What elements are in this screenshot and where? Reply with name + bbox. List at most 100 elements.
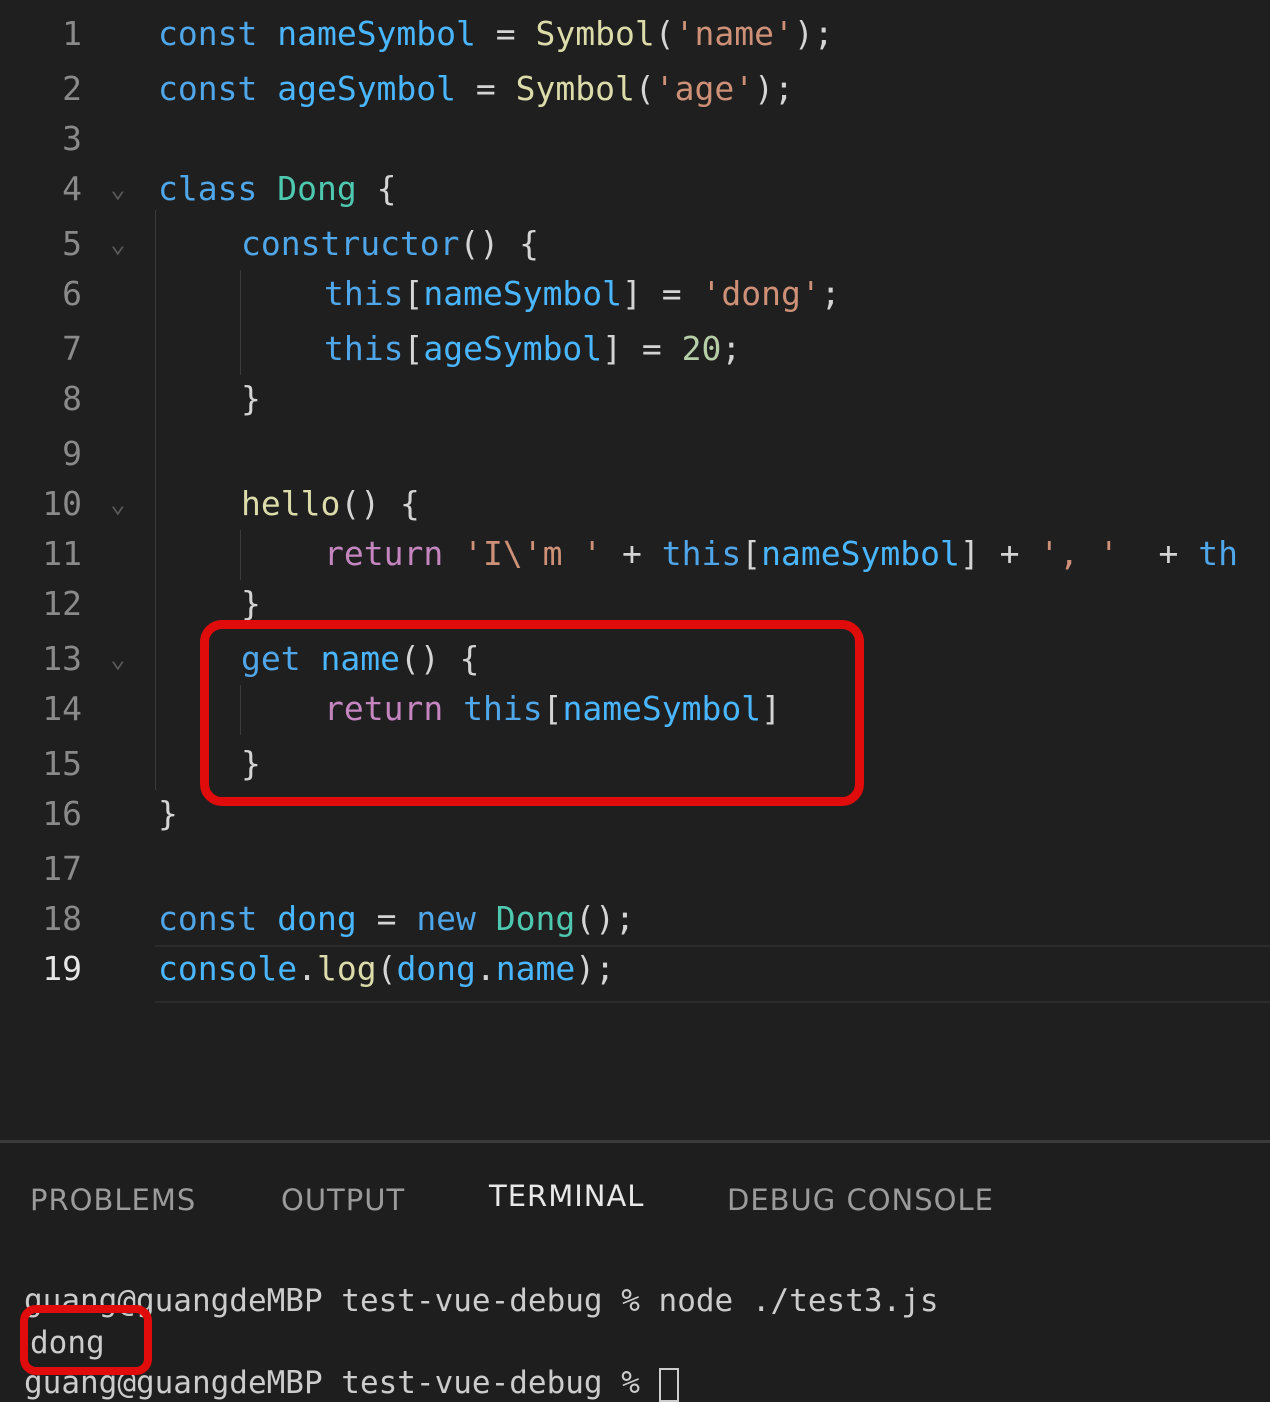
code-token: 'I\'m ' [463, 534, 603, 573]
code-token: { [356, 169, 397, 208]
code-token: = [475, 14, 536, 53]
terminal-cursor [658, 1367, 679, 1402]
code-token: Dong [495, 899, 576, 938]
code-token: new [416, 899, 476, 938]
code-token: log [316, 949, 377, 988]
code-line[interactable]: 19 console.log(dong.name); [0, 942, 1270, 996]
code-line[interactable]: 5 ⌄ constructor() { [0, 217, 1270, 271]
code-line[interactable]: 10 ⌄ hello() { [0, 477, 1270, 531]
code-token: ageSymbol [423, 329, 603, 368]
code-token: ( [654, 14, 675, 53]
code-token: } [158, 794, 178, 833]
code-token: ); [754, 69, 794, 108]
fold-chevron-icon[interactable]: ⌄ [110, 162, 126, 216]
code-token: Symbol [515, 69, 635, 108]
code-token: class [158, 169, 258, 208]
line-number: 2 [62, 69, 82, 108]
code-text: return 'I\'m ' + this[nameSymbol] + ', '… [324, 527, 1238, 581]
line-number: 9 [62, 434, 82, 473]
code-line[interactable]: 8} [0, 372, 1270, 426]
line-number: 4 [62, 169, 82, 208]
code-text: class Dong { [158, 162, 396, 216]
tab-output[interactable]: OUTPUT [281, 1183, 405, 1217]
code-line[interactable]: 1 const nameSymbol = Symbol('name'); [0, 7, 1270, 61]
line-number: 19 [42, 949, 82, 988]
code-token: ); [575, 949, 616, 988]
code-token: const [158, 14, 258, 53]
code-token: } [241, 379, 261, 418]
code-line[interactable]: 11 return 'I\'m ' + this[nameSymbol] + ',… [0, 527, 1270, 581]
fold-chevron-icon[interactable]: ⌄ [110, 217, 126, 271]
code-line[interactable]: 9 [0, 427, 1270, 481]
line-number: 1 [62, 14, 82, 53]
code-text: constructor() { [241, 217, 539, 271]
code-token: const [158, 899, 258, 938]
line-number: 3 [62, 119, 82, 158]
code-text: const nameSymbol = Symbol('name'); [158, 7, 834, 61]
terminal-command-line: guang@guangdeMBP test-vue-debug % node .… [24, 1283, 939, 1319]
code-token: [ [741, 534, 762, 573]
line-number: 11 [42, 534, 82, 573]
code-token: [ [403, 274, 424, 313]
code-token: nameSymbol [277, 14, 476, 53]
code-token: = [456, 69, 516, 108]
code-token: nameSymbol [423, 274, 623, 313]
code-text: this[ageSymbol] = 20; [324, 322, 741, 376]
code-text: this[nameSymbol] = 'dong'; [324, 267, 841, 321]
code-text: } [241, 372, 261, 426]
tab-problems[interactable]: PROBLEMS [30, 1183, 196, 1217]
code-token: () { [340, 484, 420, 523]
code-text: } [158, 787, 178, 841]
code-line[interactable]: 17 [0, 842, 1270, 896]
fold-chevron-icon[interactable]: ⌄ [110, 477, 126, 531]
code-token: nameSymbol [761, 534, 960, 573]
code-token: 'dong' [701, 274, 821, 313]
code-token: th [1198, 534, 1239, 573]
code-text: console.log(dong.name); [158, 942, 615, 996]
code-token: constructor [241, 224, 460, 263]
code-token: ] + [959, 534, 1040, 573]
code-text: const dong = new Dong(); [158, 892, 635, 946]
code-token: ] = [602, 329, 682, 368]
line-number: 10 [42, 484, 82, 523]
code-line[interactable]: 18 const dong = new Dong(); [0, 892, 1270, 946]
fold-chevron-icon[interactable]: ⌄ [110, 632, 126, 686]
code-token: this [661, 534, 742, 573]
bottom-panel: PROBLEMS OUTPUT TERMINAL DEBUG CONSOLE g… [0, 1140, 1270, 1402]
code-token: console [158, 949, 298, 988]
code-token: () { [459, 224, 540, 263]
code-token: ] = [622, 274, 702, 313]
code-token: this [324, 329, 404, 368]
output-highlight-box [20, 1305, 152, 1375]
line-number: 8 [62, 379, 82, 418]
code-token: 20 [681, 329, 722, 368]
code-line[interactable]: 2 const ageSymbol = Symbol('age'); [0, 62, 1270, 116]
code-token: } [241, 584, 261, 623]
code-token: [ [403, 329, 424, 368]
code-text: const ageSymbol = Symbol('age'); [158, 62, 794, 116]
code-token: . [297, 949, 317, 988]
code-line[interactable]: 4 ⌄ class Dong { [0, 162, 1270, 216]
code-token: 'age' [654, 69, 755, 108]
line-number: 18 [42, 899, 82, 938]
code-token: ( [376, 949, 397, 988]
code-token: Dong [277, 169, 357, 208]
code-token: name [495, 949, 576, 988]
tab-terminal[interactable]: TERMINAL [489, 1179, 644, 1213]
code-line[interactable]: 6 this[nameSymbol] = 'dong'; [0, 267, 1270, 321]
line-number: 17 [42, 849, 82, 888]
code-line[interactable]: 3 [0, 112, 1270, 166]
line-number: 14 [42, 689, 82, 728]
code-token: ageSymbol [277, 69, 457, 108]
code-token: ( [634, 69, 655, 108]
line-number: 6 [62, 274, 82, 313]
line-number: 5 [62, 224, 82, 263]
code-token: ); [793, 14, 834, 53]
code-line[interactable]: 7 this[ageSymbol] = 20; [0, 322, 1270, 376]
tab-debug-console[interactable]: DEBUG CONSOLE [727, 1183, 994, 1217]
code-editor[interactable]: 1 const nameSymbol = Symbol('name'); 2 cons… [0, 0, 1270, 1140]
code-token: return [324, 534, 444, 573]
code-token: 'name' [674, 14, 794, 53]
